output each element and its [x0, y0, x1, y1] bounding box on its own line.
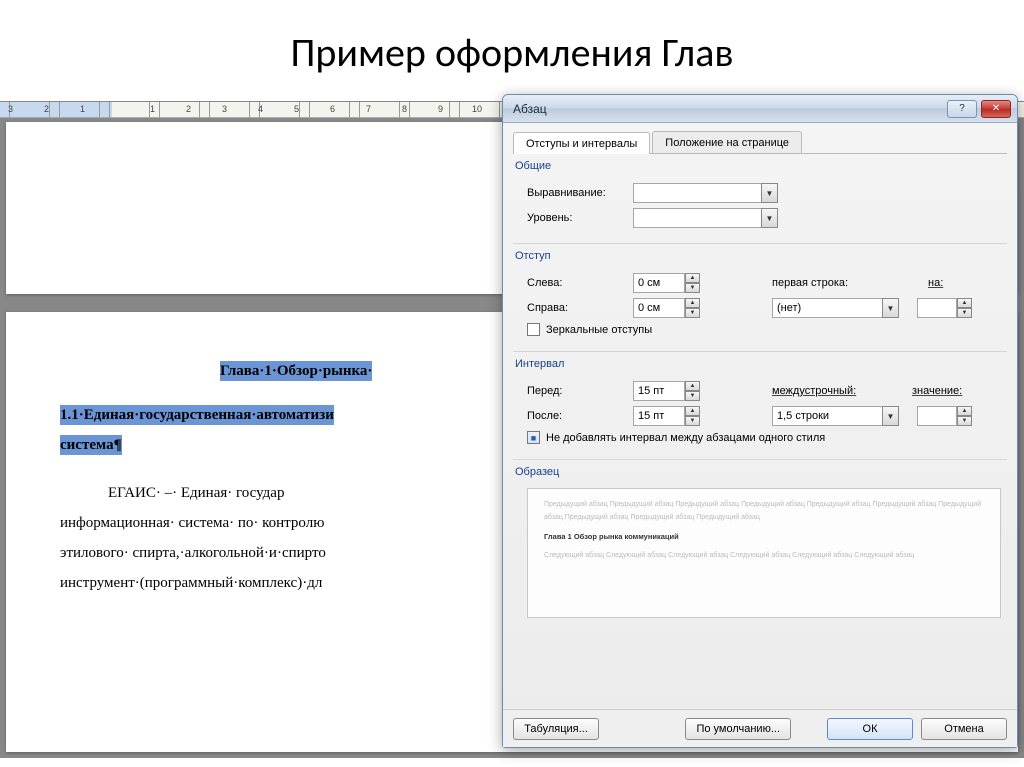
alignment-dropdown-icon[interactable]: ▼ [761, 183, 778, 203]
ruler-mark: 7 [366, 104, 371, 114]
level-select[interactable] [633, 208, 761, 228]
ruler-mark: 4 [258, 104, 263, 114]
ruler-mark: 1 [80, 104, 85, 114]
label-nospace: Не добавлять интервал между абзацами одн… [546, 432, 825, 444]
space-before-input[interactable] [633, 381, 685, 401]
spin-down-icon[interactable]: ▼ [685, 391, 700, 401]
spin-down-icon[interactable]: ▼ [685, 416, 700, 426]
ruler-mark: 6 [330, 104, 335, 114]
indent-right-input[interactable] [633, 298, 685, 318]
group-sample-title: Образец [515, 466, 1007, 478]
linespacing-dropdown-icon[interactable]: ▼ [882, 406, 899, 426]
label-mirror: Зеркальные отступы [546, 324, 652, 336]
cancel-button[interactable]: Отмена [921, 718, 1007, 740]
ruler-mark: 1 [150, 104, 155, 114]
linespacing-value-input[interactable] [917, 406, 957, 426]
doc-subheading[interactable]: 1.1·Единая·государственная·автоматизи [60, 405, 334, 425]
doc-chapter-title[interactable]: Глава·1·Обзор·рынка· [220, 361, 372, 381]
spin-down-icon[interactable]: ▼ [957, 416, 972, 426]
ruler-mark: 3 [8, 104, 13, 114]
ok-button[interactable]: ОК [827, 718, 913, 740]
preview-box: Предыдущий абзац Предыдущий абзац Предыд… [527, 488, 1001, 618]
preview-greek: Следующий абзац Следующий абзац Следующи… [544, 550, 984, 563]
doc-line: ЕГАИС· –· Единая· государ [108, 485, 284, 501]
label-after: После: [527, 410, 627, 422]
tab-indents[interactable]: Отступы и интервалы [513, 132, 650, 154]
spin-up-icon[interactable]: ▲ [685, 273, 700, 283]
linespacing-select[interactable] [772, 406, 882, 426]
dialog-footer: Табуляция... По умолчанию... ОК Отмена [503, 709, 1017, 747]
label-level: Уровень: [527, 212, 627, 224]
dialog-title: Абзац [513, 102, 947, 116]
spin-down-icon[interactable]: ▼ [685, 308, 700, 318]
level-dropdown-icon[interactable]: ▼ [761, 208, 778, 228]
tab-position[interactable]: Положение на странице [652, 131, 802, 153]
firstline-dropdown-icon[interactable]: ▼ [882, 298, 899, 318]
close-button[interactable]: ✕ [981, 100, 1011, 118]
ruler-mark: 5 [294, 104, 299, 114]
tabs-button[interactable]: Табуляция... [513, 718, 599, 740]
doc-subheading-2[interactable]: система¶ [60, 435, 122, 455]
label-by: на: [928, 277, 943, 289]
ruler-mark: 3 [222, 104, 227, 114]
group-interval-title: Интервал [515, 358, 1007, 370]
firstline-select[interactable] [772, 298, 882, 318]
dialog-tabs: Отступы и интервалы Положение на страниц… [513, 131, 1007, 154]
slide-title: Пример оформления Глав [0, 0, 1024, 101]
preview-sample-text: Глава 1 Обзор рынка коммуникаций [544, 530, 984, 544]
alignment-select[interactable] [633, 183, 761, 203]
ruler-mark: 8 [402, 104, 407, 114]
group-general-title: Общие [515, 160, 1007, 172]
spin-up-icon[interactable]: ▲ [685, 406, 700, 416]
label-before: Перед: [527, 385, 627, 397]
space-after-input[interactable] [633, 406, 685, 426]
indent-left-input[interactable] [633, 273, 685, 293]
nospace-checkbox[interactable]: ■ [527, 431, 540, 444]
spin-down-icon[interactable]: ▼ [685, 283, 700, 293]
spin-up-icon[interactable]: ▲ [957, 298, 972, 308]
ruler-mark: 2 [186, 104, 191, 114]
mirror-indents-checkbox[interactable] [527, 323, 540, 336]
label-left: Слева: [527, 277, 627, 289]
spin-up-icon[interactable]: ▲ [685, 381, 700, 391]
spin-down-icon[interactable]: ▼ [957, 308, 972, 318]
label-value: значение: [912, 385, 962, 397]
ruler-mark: 9 [438, 104, 443, 114]
spin-up-icon[interactable]: ▲ [957, 406, 972, 416]
group-indent-title: Отступ [515, 250, 1007, 262]
paragraph-dialog: Абзац ? ✕ Отступы и интервалы Положение … [502, 94, 1018, 748]
help-button[interactable]: ? [947, 100, 977, 118]
dialog-titlebar[interactable]: Абзац ? ✕ [503, 95, 1017, 123]
firstline-by-input[interactable] [917, 298, 957, 318]
preview-greek: Предыдущий абзац Предыдущий абзац Предыд… [544, 499, 984, 524]
label-alignment: Выравнивание: [527, 187, 627, 199]
default-button[interactable]: По умолчанию... [685, 718, 791, 740]
spin-up-icon[interactable]: ▲ [685, 298, 700, 308]
ruler-mark: 10 [472, 104, 482, 114]
ruler-mark: 2 [44, 104, 49, 114]
label-right: Справа: [527, 302, 627, 314]
label-firstline: первая строка: [772, 277, 882, 289]
label-linespacing: междустрочный: [772, 385, 882, 397]
